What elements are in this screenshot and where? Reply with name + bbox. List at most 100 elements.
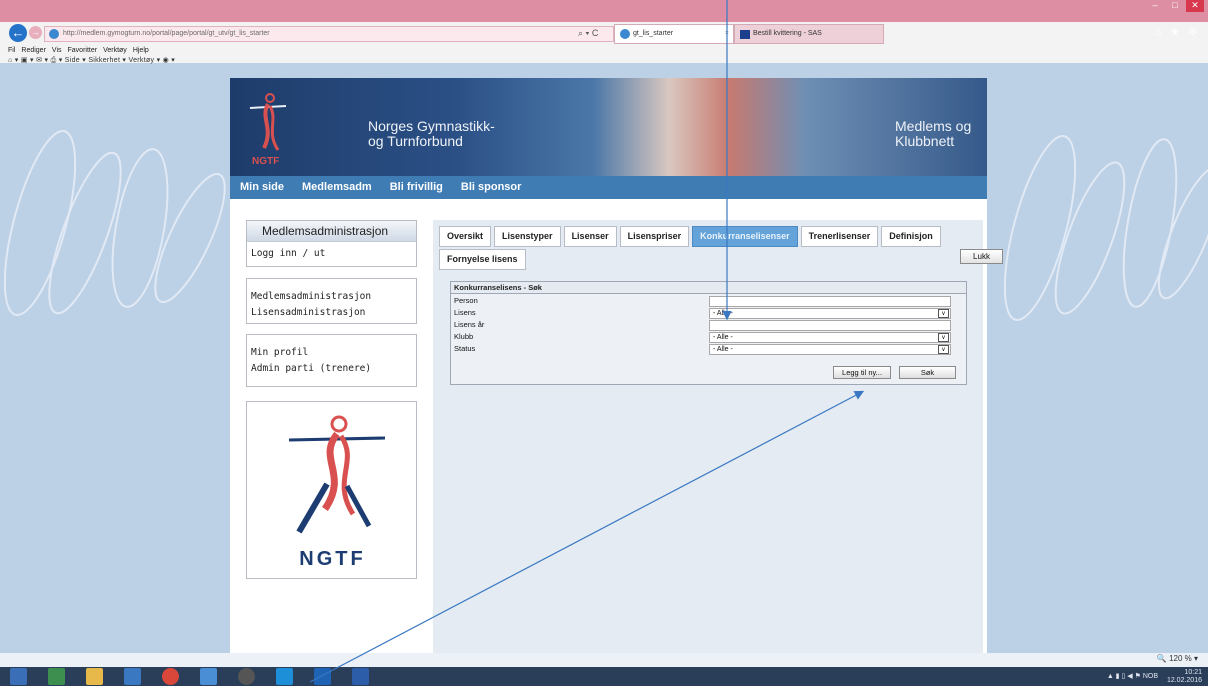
start-icon[interactable] [10, 668, 27, 685]
klubb-label: Klubb [454, 332, 474, 341]
nav-min-side[interactable]: Min side [240, 176, 284, 199]
close-tab-icon[interactable]: × [725, 25, 729, 43]
system-clock[interactable]: 10:21 12.02.2016 [1167, 669, 1202, 685]
person-label: Person [454, 296, 478, 305]
clock-time: 10:21 [1184, 669, 1202, 676]
site-banner: NGTF Norges Gymnastikk- og Turnforbund M… [230, 78, 987, 176]
tab-fornyelse-lisens[interactable]: Fornyelse lisens [439, 249, 526, 270]
sidebar-logo-box: NGTF [246, 401, 417, 579]
back-button[interactable]: ← [9, 24, 27, 42]
lisens-select[interactable]: - Alle - ∨ [709, 308, 951, 319]
tab-trenerlisenser[interactable]: Trenerlisenser [800, 226, 879, 247]
link-lisensadministrasjon[interactable]: Lisensadministrasjon [251, 305, 412, 321]
home-favorites-settings-icons[interactable]: ⌂ ★ ⚙ [1155, 27, 1200, 38]
lisens-ar-input[interactable] [709, 320, 951, 331]
link-medlemsadministrasjon[interactable]: Medlemsadministrasjon [251, 289, 412, 305]
tabs-row-1: Oversikt Lisenstyper Lisenser Lisenspris… [439, 226, 941, 247]
tab-konkurranselisenser[interactable]: Konkurranselisenser [692, 226, 798, 247]
add-new-button[interactable]: Legg til ny... [833, 366, 891, 379]
field-row-status: Status - Alle - ∨ [454, 343, 962, 355]
browser-tab-label: Bestill kvittering - SAS [753, 30, 822, 37]
tab-lisenstyper[interactable]: Lisenstyper [494, 226, 561, 247]
banner-title: Norges Gymnastikk- og Turnforbund [368, 119, 495, 149]
banner-title-line1: Norges Gymnastikk- [368, 118, 495, 134]
taskbar: ▲ ▮ ▯ ◀ ⚑ NOB 10:21 12.02.2016 [0, 667, 1208, 686]
search-panel: Konkurranselisens - Søk Person Lisens - … [450, 281, 967, 385]
tab-oversikt[interactable]: Oversikt [439, 226, 492, 247]
tab-lisenspriser[interactable]: Lisenspriser [619, 226, 690, 247]
person-input[interactable] [709, 296, 951, 307]
browser-tab-active[interactable]: gt_lis_starter × [614, 24, 734, 44]
address-bar[interactable]: http://medlem.gymogturn.no/portal/page/p… [44, 26, 614, 42]
chevron-down-icon[interactable]: ∨ [938, 309, 949, 318]
sidebar-links-profile: Min profil Admin parti (trenere) [246, 334, 417, 387]
link-admin-parti[interactable]: Admin parti (trenere) [251, 361, 412, 377]
search-button[interactable]: Søk [899, 366, 956, 379]
chrome-icon[interactable] [162, 668, 179, 685]
minimize-button[interactable]: – [1146, 0, 1164, 12]
window-controls: – □ ✕ [1146, 0, 1204, 12]
close-window-button[interactable]: ✕ [1186, 0, 1204, 12]
browser-tab-label: gt_lis_starter [633, 30, 674, 37]
field-row-klubb: Klubb - Alle - ∨ [454, 331, 962, 343]
address-url: http://medlem.gymogturn.no/portal/page/p… [63, 30, 270, 37]
field-row-lisens-ar: Lisens år [454, 319, 962, 331]
site-container: NGTF Norges Gymnastikk- og Turnforbund M… [230, 78, 1003, 653]
maximize-button[interactable]: □ [1166, 0, 1184, 12]
chevron-down-icon[interactable]: ∨ [938, 345, 949, 354]
tray-language: NOB [1142, 673, 1158, 680]
search-panel-title: Konkurranselisens - Søk [451, 282, 966, 294]
lisens-select-value: - Alle - [713, 310, 733, 317]
forward-button[interactable]: → [29, 26, 42, 39]
tab-definisjon[interactable]: Definisjon [881, 226, 941, 247]
file-explorer-icon[interactable] [86, 668, 103, 685]
ie-tab-icon [620, 29, 630, 39]
status-bar: 🔍 120 % ▾ [0, 653, 1208, 667]
status-select-value: - Alle - [713, 346, 733, 353]
main-content: Oversikt Lisenstyper Lisenser Lisenspris… [433, 220, 1003, 653]
outlook-icon[interactable] [314, 668, 331, 685]
store-icon[interactable] [48, 668, 65, 685]
internet-explorer-icon[interactable] [200, 668, 217, 685]
itunes-icon[interactable] [238, 668, 255, 685]
zoom-value: 120 % [1169, 654, 1192, 663]
clock-date: 12.02.2016 [1166, 677, 1202, 684]
lisens-ar-label: Lisens år [454, 320, 485, 329]
ngtf-logo-small: NGTF [249, 93, 287, 167]
browser-tab[interactable]: Bestill kvittering - SAS [734, 24, 884, 44]
nav-bli-sponsor[interactable]: Bli sponsor [461, 176, 522, 199]
nav-medlemsadm[interactable]: Medlemsadm [302, 176, 372, 199]
lisens-label: Lisens [454, 308, 476, 317]
field-row-lisens: Lisens - Alle - ∨ [454, 307, 962, 319]
chevron-down-icon[interactable]: ∨ [938, 333, 949, 342]
klubb-select-value: - Alle - [713, 334, 733, 341]
nav-bli-frivillig[interactable]: Bli frivillig [390, 176, 443, 199]
banner-right-title: Medlems og Klubbnett [895, 119, 971, 149]
title-bar: – □ ✕ [0, 0, 1208, 22]
link-min-profil[interactable]: Min profil [251, 345, 412, 361]
skype-icon[interactable] [276, 668, 293, 685]
klubb-select[interactable]: - Alle - ∨ [709, 332, 951, 343]
site-navigation: Min side Medlemsadm Bli frivillig Bli sp… [230, 176, 987, 199]
close-button[interactable]: Lukk [960, 249, 1003, 264]
sidebar-admin-box: Medlemsadministrasjon Logg inn / ut [246, 220, 417, 267]
banner-title-line2: og Turnforbund [368, 133, 463, 149]
tray-icons[interactable]: ▲ ▮ ▯ ◀ ⚑ NOB [1107, 672, 1158, 680]
tabs-row-2: Fornyelse lisens [439, 249, 526, 270]
banner-right-line1: Medlems og [895, 118, 972, 134]
sidebar-links-admin: Medlemsadministrasjon Lisensadministrasj… [246, 278, 417, 324]
media-icon[interactable] [124, 668, 141, 685]
status-select[interactable]: - Alle - ∨ [709, 344, 951, 355]
ie-page-icon [49, 29, 59, 39]
zoom-level[interactable]: 🔍 120 % ▾ [1157, 654, 1198, 663]
field-row-person: Person [454, 295, 962, 307]
banner-logo-text: NGTF [252, 156, 279, 167]
browser-chrome: – □ ✕ ← → http://medlem.gymogturn.no/por… [0, 0, 1208, 64]
word-icon[interactable] [352, 668, 369, 685]
tab-lisenser[interactable]: Lisenser [563, 226, 617, 247]
menu-bar: Fil Rediger Vis Favoritter Verktøy Hjelp [0, 45, 1208, 57]
sas-tab-icon [740, 30, 750, 39]
address-controls[interactable]: ⌕ ▾ C [578, 28, 598, 39]
logo-text: NGTF [299, 548, 366, 570]
login-logout-link[interactable]: Logg inn / ut [247, 242, 416, 265]
